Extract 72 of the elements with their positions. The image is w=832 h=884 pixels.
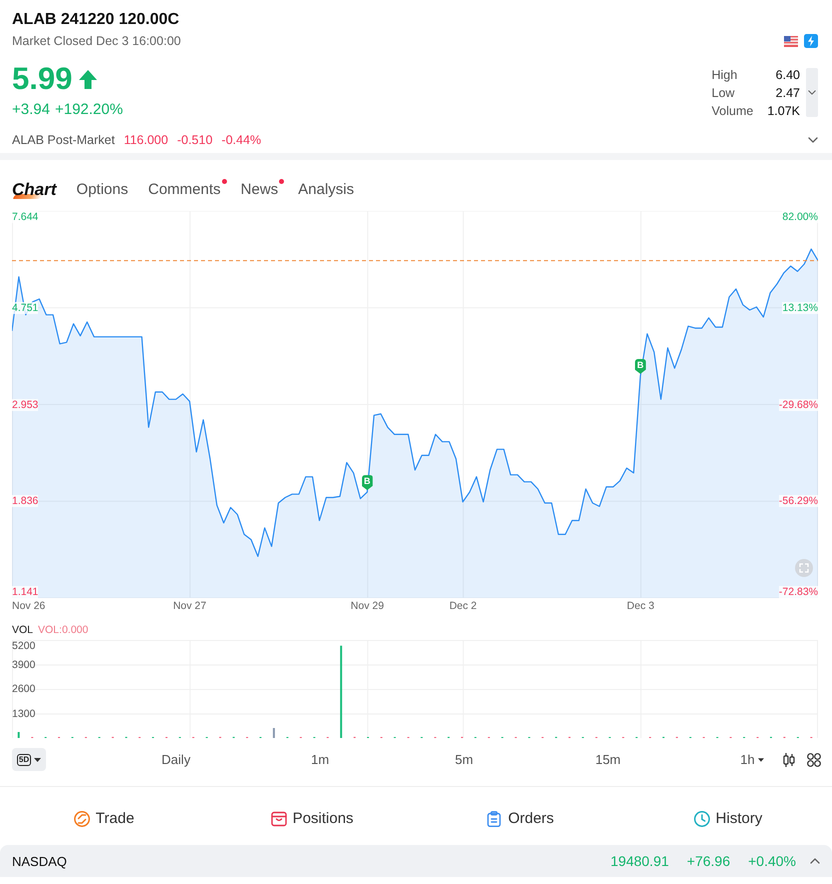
volume-axis-label: 5200 [12, 640, 36, 652]
interval-button[interactable]: Daily [146, 750, 206, 768]
grid-icon[interactable] [807, 752, 821, 766]
chevron-up-icon[interactable] [810, 858, 820, 864]
index-percent: +0.40% [748, 853, 796, 869]
tab[interactable]: Chart [12, 179, 56, 201]
caret-icon [34, 758, 42, 762]
price-change: +3.94 [12, 100, 50, 120]
clipboard-icon [486, 811, 502, 827]
volume-axis-label: 1300 [12, 708, 36, 720]
exchange-icon [74, 811, 90, 827]
stat-value: 1.07K [767, 103, 800, 120]
action-button[interactable]: History [624, 800, 832, 838]
chevron-down-icon[interactable] [808, 137, 818, 143]
chevron-down-icon [808, 90, 816, 95]
volume-axis-label: 2600 [12, 683, 36, 695]
date-axis-label: Nov 29 [350, 600, 384, 612]
candlestick-icon[interactable] [783, 752, 795, 766]
price-axis-label: 1.836 [12, 495, 38, 508]
post-market-label: ALAB Post-Market [12, 132, 115, 149]
stat-label: High [712, 67, 738, 84]
volume-title: VOL [12, 623, 34, 638]
period-button[interactable]: 5D [12, 748, 46, 771]
percent-change: +192.20% [54, 100, 123, 120]
index-price: 19480.91 [610, 853, 669, 869]
clock-icon [694, 811, 710, 827]
tab[interactable]: Comments [148, 179, 221, 201]
percent-axis-label: 13.13% [782, 302, 818, 314]
buy-marker: B [634, 358, 646, 374]
tab[interactable]: Options [76, 179, 128, 201]
interval-button[interactable]: 15m [578, 750, 638, 768]
percent-axis-label: -72.83% [778, 586, 818, 598]
percent-axis-label: -56.29% [778, 495, 818, 508]
stat-label: Volume [712, 103, 754, 120]
index-change: +76.96 [686, 853, 730, 869]
date-axis-label: Dec 3 [626, 600, 654, 612]
date-axis-label: Dec 2 [449, 600, 477, 612]
market-status: Market Closed Dec 3 16:00:00 [12, 34, 181, 48]
post-market-price: 116.000 [124, 132, 168, 149]
tray-icon [270, 811, 287, 827]
percent-axis-label: -29.68% [778, 398, 818, 411]
action-button[interactable]: Orders [416, 800, 624, 838]
stat-value: 2.47 [774, 85, 800, 102]
volume-bar [272, 728, 275, 738]
us-flag-icon [784, 36, 798, 46]
interval-button[interactable]: 5m [434, 750, 494, 768]
tab[interactable]: Analysis [298, 179, 354, 201]
volume-axis-label: 3900 [12, 658, 36, 670]
stat-value: 6.40 [774, 67, 800, 84]
interval-button[interactable]: 1m [290, 750, 350, 768]
tab[interactable]: News [240, 179, 278, 201]
buy-marker: B [362, 475, 373, 490]
interval-dropdown[interactable]: 1h [722, 750, 782, 768]
action-button[interactable]: Trade [0, 800, 208, 838]
post-market-change: -0.510 [177, 132, 213, 149]
caret-icon [758, 758, 764, 762]
last-price: 5.99 [12, 61, 72, 97]
date-axis-label: Nov 26 [12, 600, 46, 612]
percent-axis-label: 82.00% [782, 211, 818, 223]
stat-label: Low [712, 85, 736, 102]
lightning-icon[interactable] [804, 34, 818, 48]
post-market-percent: -0.44% [222, 132, 262, 149]
volume-reading: VOL:0.000 [38, 623, 88, 638]
price-axis-label: 1.141 [12, 586, 38, 598]
price-axis-label: 7.644 [12, 211, 38, 223]
date-axis-label: Nov 27 [173, 600, 206, 612]
volume-bar [18, 732, 20, 738]
price-axis-label: 2.953 [12, 398, 38, 411]
index-name: NASDAQ [12, 854, 67, 868]
action-button[interactable]: Positions [208, 800, 416, 838]
contract-title: ALAB 241220 120.00C [12, 10, 180, 30]
price-axis-label: 4.751 [12, 302, 38, 314]
